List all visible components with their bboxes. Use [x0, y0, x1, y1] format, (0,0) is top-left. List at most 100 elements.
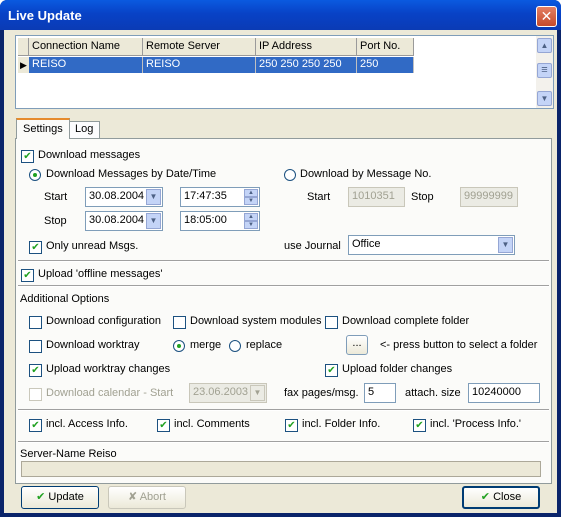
abort-x-icon: ✘	[128, 491, 138, 503]
download-by-number-label: Download by Message No.	[300, 168, 432, 180]
title-bar: Live Update ✕	[0, 0, 561, 30]
download-calendar-checkbox[interactable]	[29, 388, 42, 401]
calendar-dropdown-icon[interactable]: ▼	[250, 385, 265, 401]
incl-folder-info-checkbox[interactable]: ✔	[285, 419, 298, 432]
scroll-down-icon[interactable]: ▼	[537, 91, 552, 106]
upload-folder-checkbox[interactable]: ✔	[325, 364, 338, 377]
calendar-start-picker[interactable]: 23.06.2003 ▼	[189, 383, 267, 403]
number-start-field[interactable]: 1010351	[348, 187, 405, 207]
close-button-label: Close	[493, 491, 522, 503]
server-name-label: Server-Name Reiso	[20, 448, 117, 460]
attach-size-field[interactable]: 10240000	[468, 383, 540, 403]
download-by-date-radio[interactable]	[29, 169, 41, 181]
cell-remote-server[interactable]: REISO	[143, 57, 256, 73]
incl-folder-info-label: incl. Folder Info.	[302, 418, 381, 430]
tab-log[interactable]: Log	[68, 121, 101, 138]
only-unread-label: Only unread Msgs.	[46, 240, 139, 252]
start-time-value: 17:47:35	[184, 190, 227, 202]
row-selector-icon: ▶	[18, 57, 29, 73]
browse-folder-button[interactable]: ...	[346, 335, 368, 355]
update-check-icon: ✔	[36, 491, 46, 503]
journal-value: Office	[352, 238, 381, 250]
live-update-window: Live Update ✕ Connection Name Remote Ser…	[0, 0, 561, 517]
journal-select[interactable]: Office ▼	[348, 235, 515, 255]
number-stop-field[interactable]: 99999999	[460, 187, 518, 207]
incl-access-info-checkbox[interactable]: ✔	[29, 419, 42, 432]
download-by-date-label: Download Messages by Date/Time	[46, 168, 217, 180]
merge-radio[interactable]	[173, 340, 185, 352]
download-configuration-label: Download configuration	[46, 315, 161, 327]
download-system-modules-label: Download system modules	[190, 315, 322, 327]
journal-dropdown-icon[interactable]: ▼	[498, 237, 513, 253]
start-time-down-icon[interactable]: ▼	[244, 197, 258, 205]
calendar-start-value: 23.06.2003	[193, 386, 249, 398]
divider	[18, 260, 549, 262]
column-header-connection-name[interactable]: Connection Name	[29, 38, 143, 56]
number-stop-label: Stop	[411, 191, 434, 203]
stop-time-down-icon[interactable]: ▼	[244, 221, 258, 229]
divider	[18, 409, 549, 411]
close-window-icon[interactable]: ✕	[536, 6, 557, 27]
download-messages-checkbox[interactable]: ✔	[21, 150, 34, 163]
cell-connection-name[interactable]: REISO	[29, 57, 143, 73]
cell-port-no[interactable]: 250	[357, 57, 414, 73]
cell-ip-address[interactable]: 250 250 250 250	[256, 57, 357, 73]
stop-date-dropdown-icon[interactable]: ▼	[146, 213, 161, 229]
stop-time-field[interactable]: 18:05:00 ▲ ▼	[180, 211, 260, 231]
start-label: Start	[44, 191, 68, 203]
upload-worktray-label: Upload worktray changes	[46, 363, 171, 375]
stop-time-up-icon[interactable]: ▲	[244, 213, 258, 221]
replace-label: replace	[246, 339, 283, 351]
upload-worktray-checkbox[interactable]: ✔	[29, 364, 42, 377]
progress-bar	[21, 461, 541, 477]
additional-options-heading: Additional Options	[20, 293, 110, 305]
settings-panel: ✔ Download messages Download Messages by…	[15, 138, 552, 484]
download-by-number-radio[interactable]	[284, 169, 296, 181]
start-time-up-icon[interactable]: ▲	[244, 189, 258, 197]
grid-scrollbar[interactable]: ▲ ≡ ▼	[536, 36, 553, 108]
upload-folder-label: Upload folder changes	[342, 363, 453, 375]
fax-pages-label: fax pages/msg.	[284, 387, 359, 399]
download-worktray-label: Download worktray	[46, 339, 140, 351]
number-start-label: Start	[307, 191, 331, 203]
browse-hint: <- press button to select a folder	[380, 339, 538, 351]
incl-comments-checkbox[interactable]: ✔	[157, 419, 170, 432]
incl-process-info-label: incl. 'Process Info.'	[430, 418, 522, 430]
scroll-up-icon[interactable]: ▲	[537, 38, 552, 53]
fax-pages-field[interactable]: 5	[364, 383, 396, 403]
incl-comments-label: incl. Comments	[174, 418, 250, 430]
scroll-thumb[interactable]: ≡	[537, 63, 552, 78]
abort-button[interactable]: ✘ Abort	[108, 486, 186, 509]
only-unread-checkbox[interactable]: ✔	[29, 241, 42, 254]
upload-offline-checkbox[interactable]: ✔	[21, 269, 34, 282]
tab-settings[interactable]: Settings	[16, 118, 70, 139]
replace-radio[interactable]	[229, 340, 241, 352]
abort-button-label: Abort	[139, 491, 166, 503]
incl-access-info-label: incl. Access Info.	[46, 418, 128, 430]
column-header-remote-server[interactable]: Remote Server	[143, 38, 256, 56]
stop-date-picker[interactable]: 30.08.2004 ▼	[85, 211, 163, 231]
grid-corner	[18, 38, 29, 56]
merge-label: merge	[190, 339, 222, 351]
close-check-icon: ✔	[480, 491, 491, 503]
window-title: Live Update	[8, 8, 82, 23]
update-button[interactable]: ✔ Update	[21, 486, 99, 509]
update-button-label: Update	[48, 491, 84, 503]
column-header-port-no[interactable]: Port No.	[357, 38, 414, 56]
dialog-body: Connection Name Remote Server IP Address…	[4, 30, 557, 513]
download-complete-folder-checkbox[interactable]	[325, 316, 338, 329]
download-system-modules-checkbox[interactable]	[173, 316, 186, 329]
start-date-picker[interactable]: 30.08.2004 ▼	[85, 187, 163, 207]
download-worktray-checkbox[interactable]	[29, 340, 42, 353]
close-button[interactable]: ✔ Close	[462, 486, 540, 509]
connections-grid[interactable]: Connection Name Remote Server IP Address…	[15, 35, 554, 109]
column-header-ip-address[interactable]: IP Address	[256, 38, 357, 56]
start-date-value: 30.08.2004	[89, 190, 145, 202]
stop-date-value: 30.08.2004	[89, 214, 145, 226]
stop-label: Stop	[44, 215, 67, 227]
incl-process-info-checkbox[interactable]: ✔	[413, 419, 426, 432]
download-configuration-checkbox[interactable]	[29, 316, 42, 329]
start-date-dropdown-icon[interactable]: ▼	[146, 189, 161, 205]
download-messages-label: Download messages	[38, 149, 141, 161]
start-time-field[interactable]: 17:47:35 ▲ ▼	[180, 187, 260, 207]
